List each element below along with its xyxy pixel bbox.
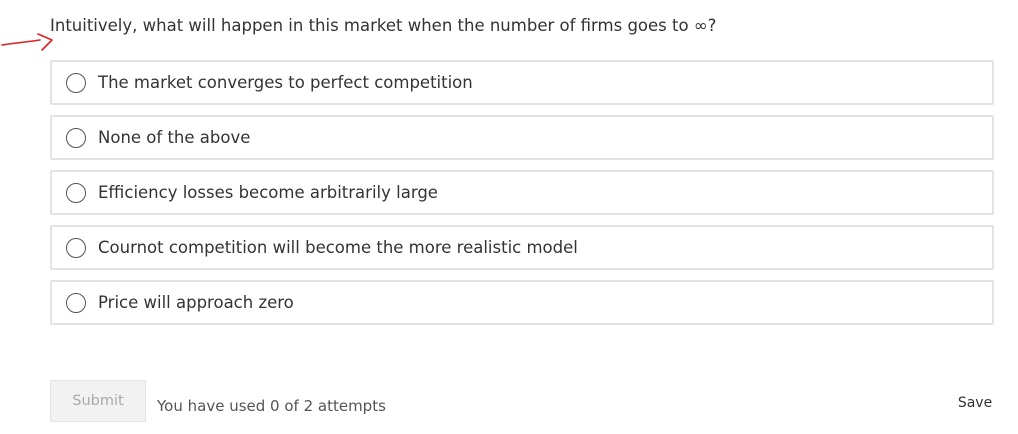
radio-button[interactable] xyxy=(66,182,86,203)
option-cournot-competition[interactable]: Cournot competition will become the more… xyxy=(50,225,994,270)
answer-options: The market converges to perfect competit… xyxy=(50,60,994,335)
option-label: Price will approach zero xyxy=(98,293,294,312)
radio-button[interactable] xyxy=(66,237,86,258)
option-label: The market converges to perfect competit… xyxy=(98,73,473,92)
save-button[interactable]: Save xyxy=(950,392,1000,414)
question-mark: ? xyxy=(707,16,717,35)
option-efficiency-losses[interactable]: Efficiency losses become arbitrarily lar… xyxy=(50,170,994,215)
radio-button[interactable] xyxy=(66,127,86,148)
option-label: None of the above xyxy=(98,128,251,147)
question-text: Intuitively, what will happen in this ma… xyxy=(50,16,694,35)
infinity-symbol: ∞ xyxy=(693,16,708,35)
submit-button[interactable]: Submit xyxy=(50,380,146,422)
option-perfect-competition[interactable]: The market converges to perfect competit… xyxy=(50,60,994,105)
attempts-counter: You have used 0 of 2 attempts xyxy=(157,397,386,415)
question-prompt: Intuitively, what will happen in this ma… xyxy=(50,16,716,35)
option-none-of-the-above[interactable]: None of the above xyxy=(50,115,994,160)
radio-button[interactable] xyxy=(66,292,86,313)
option-label: Cournot competition will become the more… xyxy=(98,238,578,257)
radio-button[interactable] xyxy=(66,72,86,93)
option-label: Efficiency losses become arbitrarily lar… xyxy=(98,183,438,202)
option-price-approach-zero[interactable]: Price will approach zero xyxy=(50,280,994,325)
